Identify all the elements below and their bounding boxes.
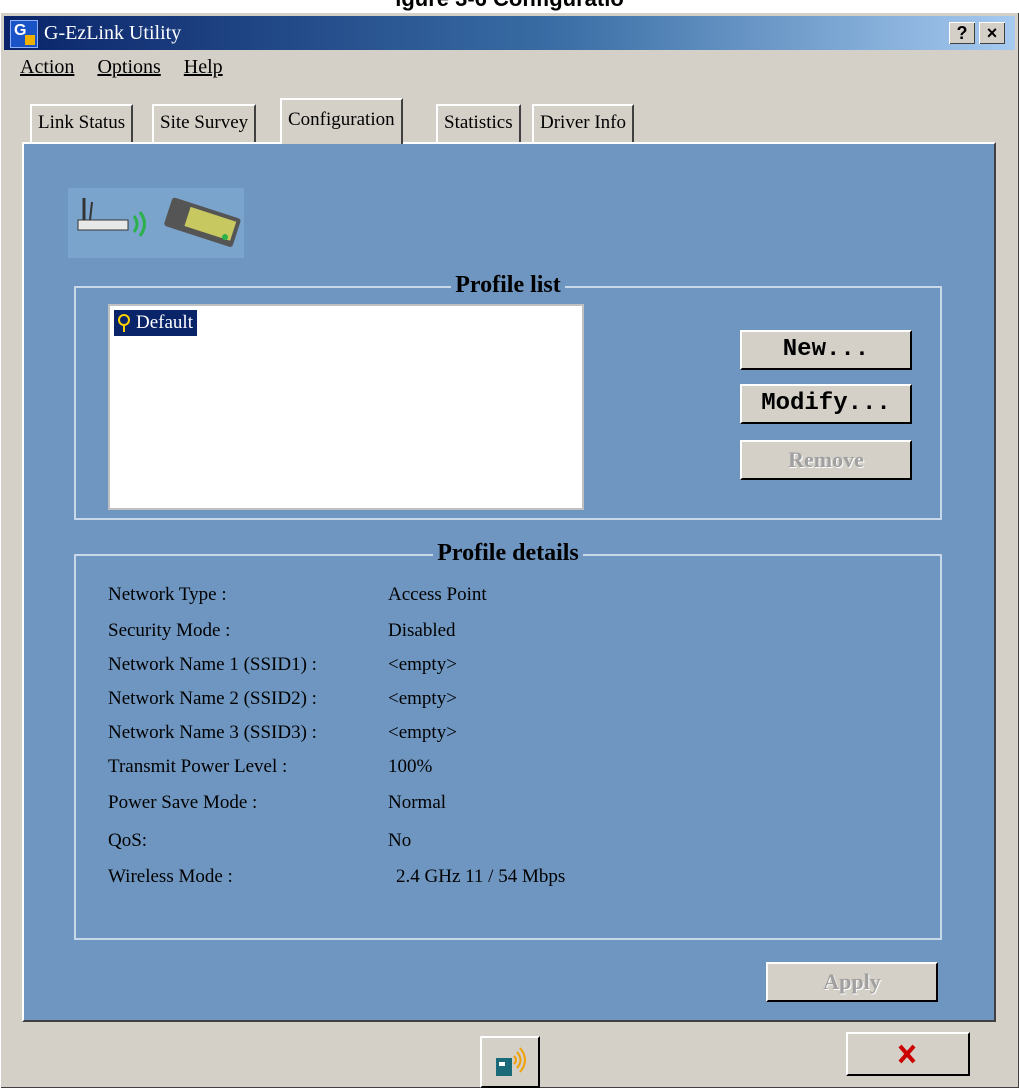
modify-button[interactable]: Modify... [740, 384, 912, 424]
exit-button[interactable] [846, 1032, 970, 1076]
figure-caption: igure 3-6 Configuratio [0, 0, 1019, 12]
ssid2-value: <empty> [388, 688, 457, 709]
utility-window: G G-EzLink Utility ? × Action Options He… [0, 12, 1019, 1088]
tab-driver-info[interactable]: Driver Info [532, 104, 634, 142]
tab-link-status[interactable]: Link Status [30, 104, 134, 142]
wireless-card-icon [496, 1047, 526, 1076]
ssid3-value: <empty> [388, 722, 457, 743]
device-illustration [68, 188, 244, 258]
wifi-card-icon [164, 197, 241, 247]
remove-button[interactable]: Remove [740, 440, 912, 480]
network-type-label: Network Type : [108, 584, 227, 605]
ssid1-value: <empty> [388, 654, 457, 675]
transmit-power-label: Transmit Power Level : [108, 756, 288, 777]
qos-label: QoS: [108, 830, 148, 851]
ssid3-label: Network Name 3 (SSID3) : [108, 722, 317, 743]
help-button[interactable]: ? [949, 22, 975, 44]
profile-details-title: Profile details [433, 540, 583, 566]
tab-configuration[interactable]: Configuration [280, 98, 403, 144]
ssid1-label: Network Name 1 (SSID1) : [108, 654, 317, 675]
network-type-value: Access Point [388, 584, 487, 605]
qos-value: No [388, 830, 412, 851]
power-save-value: Normal [388, 792, 447, 813]
configuration-panel: Profile list Default New... Modify... Re… [22, 142, 996, 1022]
profile-list-title: Profile list [451, 272, 565, 298]
tab-site-survey[interactable]: Site Survey [152, 104, 257, 142]
wireless-mode-value: 2.4 GHz 11 / 54 Mbps [396, 866, 566, 887]
close-button[interactable]: × [979, 22, 1005, 44]
window-title: G-EzLink Utility [44, 22, 182, 44]
transmit-power-value: 100% [388, 756, 433, 777]
wireless-card-button[interactable] [480, 1036, 540, 1088]
list-item[interactable]: Default [113, 309, 198, 337]
profile-listbox[interactable]: Default [108, 304, 584, 510]
menu-bar: Action Options Help [20, 56, 241, 86]
new-button[interactable]: New... [740, 330, 912, 370]
power-save-label: Power Save Mode : [108, 792, 258, 813]
title-bar: G G-EzLink Utility ? × [4, 16, 1015, 50]
apply-button[interactable]: Apply [766, 962, 938, 1002]
security-mode-value: Disabled [388, 620, 456, 641]
menu-help[interactable]: Help [184, 56, 223, 78]
router-icon [77, 198, 129, 231]
menu-action[interactable]: Action [20, 56, 74, 78]
wireless-mode-label: Wireless Mode : [108, 866, 233, 887]
tab-statistics[interactable]: Statistics [436, 104, 521, 142]
menu-options[interactable]: Options [97, 56, 160, 78]
ssid2-label: Network Name 2 (SSID2) : [108, 688, 317, 709]
g-ezlink-app-icon[interactable]: G [10, 20, 38, 48]
security-mode-label: Security Mode : [108, 620, 231, 641]
close-x-icon [898, 1044, 916, 1064]
profile-name: Default [136, 312, 193, 333]
profile-icon [118, 314, 130, 332]
